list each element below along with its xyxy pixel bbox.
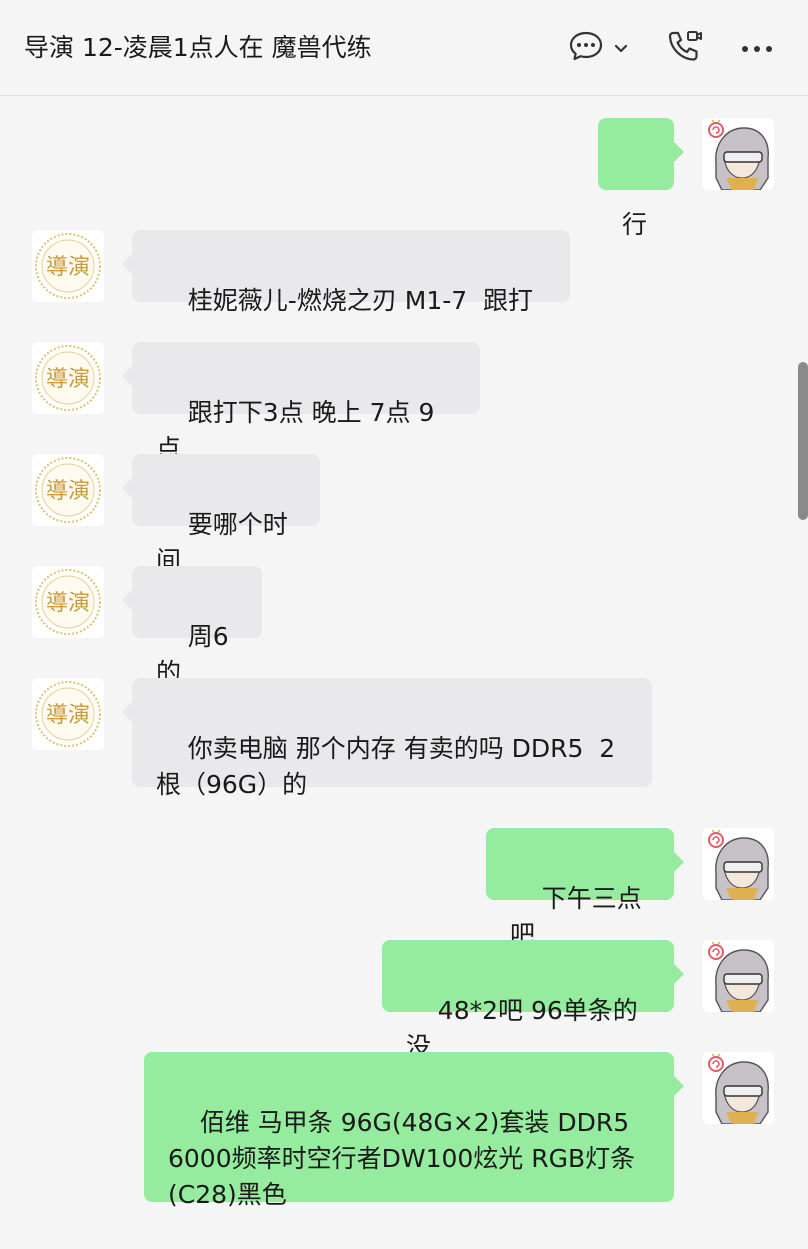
self-avatar[interactable] [702,1052,774,1124]
message-bubble-self[interactable]: 48*2吧 96单条的没 [382,940,684,1061]
message-bubble-self[interactable]: 佰维 马甲条 96G(48G×2)套装 DDR5 6000频率时空行者DW100… [144,1052,684,1209]
chat-header: 导演 12-凌晨1点人在 魔兽代练 [0,0,808,96]
scrollbar-thumb[interactable] [798,362,808,520]
message-bubble-self[interactable]: 下午三点吧 [486,828,684,949]
chevron-down-icon [614,39,628,58]
contact-avatar[interactable]: 導演 [32,454,104,526]
contact-avatar[interactable]: 導演 [32,566,104,638]
message-text: 佰维 马甲条 96G(48G×2)套装 DDR5 6000频率时空行者DW100… [168,1108,638,1209]
contact-avatar[interactable]: 導演 [32,230,104,302]
contact-avatar-image: 導演 [32,454,104,526]
svg-text:導演: 導演 [46,591,90,616]
contact-avatar[interactable]: 導演 [32,678,104,750]
self-avatar-image [702,828,774,900]
svg-text:導演: 導演 [46,703,90,728]
message-text: 你卖电脑 那个内存 有卖的吗 DDR5 2根（96G）的 [156,734,616,799]
contact-avatar-image: 導演 [32,678,104,750]
svg-text:導演: 導演 [46,255,90,280]
self-avatar-image [702,118,774,190]
self-avatar[interactable] [702,828,774,900]
message-bubble-contact[interactable]: 要哪个时间 [122,454,320,575]
self-avatar-image [702,940,774,1012]
contact-avatar-image: 導演 [32,230,104,302]
message-bubble-contact[interactable]: 跟打下3点 晚上 7点 9点 [122,342,480,463]
chat-title: 导演 12-凌晨1点人在 魔兽代练 [24,33,372,62]
message-bubble-contact[interactable]: 周6 的 [122,566,262,687]
message-bubble-contact[interactable]: 桂妮薇儿-燃烧之刃 M1-7 跟打 [122,230,570,315]
chat-area[interactable]: 行 導演 桂妮薇儿-燃烧之刃 M1-7 跟打 導演 跟打下3点 晚上 7点 9点… [0,97,808,1209]
svg-text:導演: 導演 [46,367,90,392]
message-bubble-contact[interactable]: 你卖电脑 那个内存 有卖的吗 DDR5 2根（96G）的 [122,678,652,799]
svg-text:導演: 導演 [46,479,90,504]
more-icon [740,39,774,58]
more-button[interactable] [740,28,774,68]
self-avatar-image [702,1052,774,1124]
chat-bubble-icon [568,30,604,66]
chat-options-button[interactable] [568,28,628,68]
message-text: 行 [622,210,648,239]
contact-avatar-image: 導演 [32,342,104,414]
contact-avatar[interactable]: 導演 [32,342,104,414]
message-text: 桂妮薇儿-燃烧之刃 M1-7 跟打 [187,286,534,315]
self-avatar[interactable] [702,118,774,190]
video-call-icon [666,29,704,67]
self-avatar[interactable] [702,940,774,1012]
message-bubble-self[interactable]: 行 [598,118,684,239]
contact-avatar-image: 導演 [32,566,104,638]
call-button[interactable] [666,28,704,68]
